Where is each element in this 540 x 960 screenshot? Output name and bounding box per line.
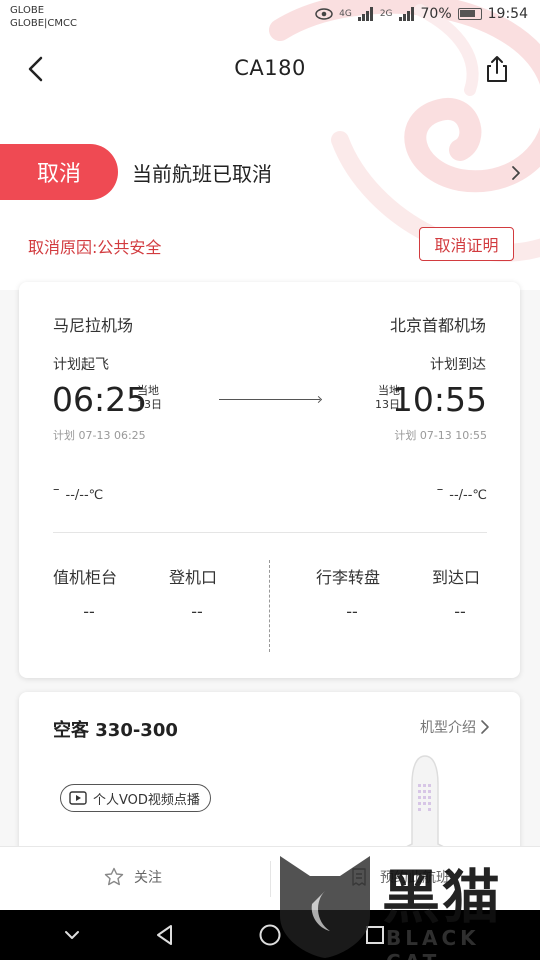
baggage-carousel-label: 行李转盘	[316, 568, 381, 587]
cancel-reason: 取消原因:公共安全	[28, 238, 162, 257]
chevron-right-icon	[512, 166, 520, 180]
status-icons: 4G 2G 70% 19:54	[315, 6, 528, 22]
signal-bars-2-icon	[398, 7, 414, 21]
cancel-banner[interactable]: 取消 当前航班已取消	[0, 144, 540, 202]
departure-local-date: 当地 13日	[137, 384, 162, 412]
departure-scheduled: 计划 07-13 06:25	[53, 429, 146, 442]
signal-2g-label: 2G	[379, 9, 393, 19]
cancel-status-pill: 取消	[0, 144, 118, 200]
status-bar: GLOBE GLOBE|CMCC 4G 2G 70% 19:54	[0, 0, 540, 34]
star-icon	[104, 867, 124, 886]
departure-weather: – --/--℃	[53, 482, 103, 503]
share-icon[interactable]	[482, 54, 512, 84]
eye-icon	[315, 8, 333, 20]
vod-button[interactable]: 个人VOD视频点播	[60, 784, 211, 812]
vod-label: 个人VOD视频点播	[93, 792, 200, 808]
departure-local-line1: 当地	[137, 384, 159, 397]
page-title: CA180	[234, 56, 306, 80]
departure-airport: 马尼拉机场	[53, 316, 134, 335]
gate-value: --	[191, 602, 203, 621]
checkin-counter-value: --	[83, 602, 95, 621]
recent-apps-icon[interactable]	[363, 923, 387, 947]
flight-route-line	[219, 399, 320, 400]
carrier-line1: GLOBE	[10, 5, 45, 16]
bottom-bar-divider	[270, 861, 271, 897]
follow-label: 关注	[134, 870, 162, 886]
departure-weather-icon: –	[53, 482, 60, 497]
arrival-weather-icon: –	[436, 482, 444, 497]
arrival-time: 10:55	[391, 380, 487, 419]
aircraft-type: 空客 330-300	[53, 720, 178, 741]
arrival-exit-value: --	[454, 602, 466, 621]
arrival-weather: – --/--℃	[437, 482, 487, 503]
clock: 19:54	[487, 6, 528, 22]
arrival-exit-label: 到达口	[432, 568, 481, 587]
home-circle-icon[interactable]	[258, 923, 282, 947]
card-divider	[53, 532, 487, 533]
reserve-flight-button[interactable]: 预约此航班	[350, 867, 450, 887]
arrival-weather-text: --/--℃	[449, 488, 487, 503]
cancel-proof-button[interactable]: 取消证明	[419, 227, 514, 261]
reserve-flight-label: 预约此航班	[380, 870, 450, 886]
info-divider	[269, 560, 270, 652]
follow-button[interactable]: 关注	[104, 867, 162, 887]
battery-percent: 70%	[420, 6, 452, 22]
carrier-line2: GLOBE|CMCC	[10, 18, 77, 29]
ticket-icon	[352, 868, 366, 886]
signal-4g-label: 4G	[339, 9, 352, 19]
baggage-carousel-value: --	[346, 602, 358, 621]
chevron-right-icon	[481, 720, 489, 734]
departure-weather-text: --/--℃	[65, 488, 104, 503]
aircraft-intro-label: 机型介绍	[420, 720, 476, 736]
arrival-scheduled: 计划 07-13 10:55	[394, 429, 487, 442]
arrival-label: 计划到达	[430, 357, 486, 373]
system-navigation-bar	[0, 910, 540, 960]
gate-label: 登机口	[169, 568, 218, 587]
bottom-action-bar: 关注 预约此航班	[0, 846, 540, 910]
back-triangle-icon[interactable]	[153, 923, 177, 947]
play-video-icon	[69, 791, 87, 805]
signal-bars-icon	[357, 7, 373, 21]
departure-time: 06:25	[52, 380, 148, 419]
departure-label: 计划起飞	[53, 357, 109, 373]
header: CA180	[0, 40, 540, 96]
cancel-status-text: 当前航班已取消	[132, 162, 272, 186]
aircraft-intro-link[interactable]: 机型介绍	[420, 717, 490, 737]
departure-local-line2: 13日	[137, 398, 162, 411]
checkin-counter-label: 值机柜台	[53, 568, 118, 587]
hide-keyboard-icon[interactable]	[60, 923, 84, 947]
flight-card: 马尼拉机场 北京首都机场 计划起飞 计划到达 06:25 当地 13日 当地 1…	[19, 282, 520, 678]
carrier-info: GLOBE GLOBE|CMCC	[10, 4, 77, 30]
arrival-airport: 北京首都机场	[389, 316, 486, 335]
battery-icon	[457, 8, 482, 20]
